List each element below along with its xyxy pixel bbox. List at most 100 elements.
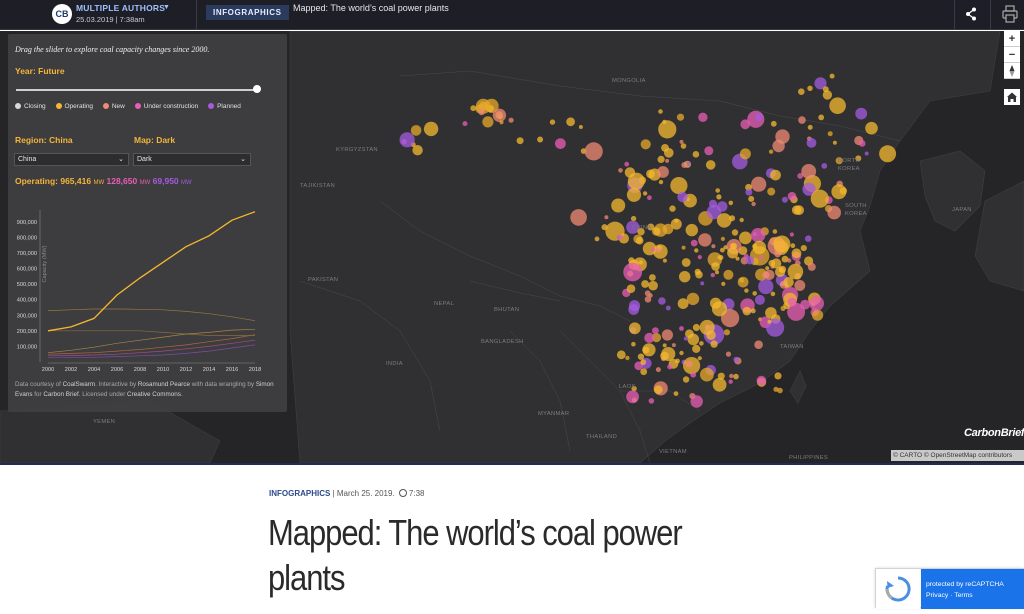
power-plant-marker[interactable] [584, 142, 603, 161]
power-plant-marker[interactable] [698, 112, 708, 123]
coalswarm-link[interactable]: CoalSwarm [63, 381, 96, 388]
power-plant-marker[interactable] [611, 198, 626, 213]
power-plant-marker[interactable] [756, 375, 767, 386]
power-plant-marker[interactable] [699, 319, 715, 335]
power-plant-marker[interactable] [652, 327, 659, 335]
power-plant-marker[interactable] [482, 116, 494, 128]
coal-plants-map[interactable]: MONGOLIA KYRGYZSTAN TAJIKISTAN PAKISTAN … [0, 31, 1024, 463]
power-plant-marker[interactable] [673, 391, 679, 396]
power-plant-marker[interactable] [625, 355, 630, 361]
power-plant-marker[interactable] [716, 201, 728, 212]
power-plant-marker[interactable] [807, 85, 813, 91]
power-plant-marker[interactable] [827, 131, 833, 137]
power-plant-marker[interactable] [705, 160, 716, 170]
power-plant-marker[interactable] [771, 258, 782, 269]
power-plant-marker[interactable] [751, 176, 767, 192]
power-plant-marker[interactable] [710, 272, 715, 278]
power-plant-marker[interactable] [681, 162, 688, 168]
power-plant-marker[interactable] [787, 297, 797, 307]
power-plant-marker[interactable] [739, 217, 744, 223]
power-plant-marker[interactable] [578, 125, 583, 129]
power-plant-marker[interactable] [679, 350, 684, 356]
power-plant-marker[interactable] [768, 149, 774, 154]
power-plant-marker[interactable] [716, 213, 732, 228]
power-plant-marker[interactable] [690, 239, 698, 247]
power-plant-marker[interactable] [805, 235, 812, 242]
power-plant-marker[interactable] [628, 304, 640, 315]
power-plant-marker[interactable] [798, 116, 806, 124]
power-plant-marker[interactable] [773, 386, 779, 392]
power-plant-marker[interactable] [686, 292, 700, 306]
recaptcha-links[interactable]: Privacy · Terms [926, 590, 1024, 601]
power-plant-marker[interactable] [699, 341, 704, 346]
power-plant-marker[interactable] [683, 336, 688, 341]
power-plant-marker[interactable] [773, 235, 791, 253]
power-plant-marker[interactable] [725, 351, 732, 357]
carbon-brief-logo[interactable]: CB [52, 4, 72, 24]
power-plant-marker[interactable] [648, 280, 658, 291]
power-plant-marker[interactable] [671, 343, 676, 348]
power-plant-marker[interactable] [677, 191, 688, 203]
power-plant-marker[interactable] [661, 329, 674, 341]
power-plant-marker[interactable] [744, 288, 749, 293]
power-plant-marker[interactable] [700, 281, 705, 286]
power-plant-marker[interactable] [829, 97, 846, 114]
power-plant-marker[interactable] [721, 281, 726, 286]
power-plant-marker[interactable] [570, 209, 587, 226]
power-plant-marker[interactable] [711, 301, 728, 317]
power-plant-marker[interactable] [665, 305, 671, 311]
power-plant-marker[interactable] [690, 371, 697, 378]
power-plant-marker[interactable] [754, 340, 763, 350]
power-plant-marker[interactable] [733, 373, 739, 380]
power-plant-marker[interactable] [694, 268, 701, 275]
power-plant-marker[interactable] [616, 350, 626, 360]
power-plant-marker[interactable] [858, 140, 866, 147]
power-plant-marker[interactable] [685, 223, 698, 237]
power-plant-marker[interactable] [865, 121, 878, 135]
power-plant-marker[interactable] [667, 364, 673, 370]
power-plant-marker[interactable] [669, 205, 676, 212]
power-plant-marker[interactable] [647, 195, 652, 201]
power-plant-marker[interactable] [772, 229, 778, 234]
power-plant-marker[interactable] [806, 138, 817, 148]
power-plant-marker[interactable] [751, 201, 756, 207]
power-plant-marker[interactable] [646, 169, 655, 179]
power-plant-marker[interactable] [711, 244, 716, 249]
power-plant-marker[interactable] [708, 199, 718, 208]
year-slider-handle[interactable] [253, 85, 261, 93]
power-plant-marker[interactable] [697, 356, 702, 361]
power-plant-marker[interactable] [728, 379, 733, 384]
power-plant-marker[interactable] [698, 233, 712, 247]
power-plant-marker[interactable] [807, 262, 816, 271]
authors-dropdown[interactable]: MULTIPLE AUTHORS [76, 3, 165, 13]
power-plant-marker[interactable] [795, 260, 801, 266]
recaptcha-badge[interactable]: protected by reCAPTCHA Privacy · Terms [875, 568, 1024, 609]
home-button[interactable] [1004, 89, 1020, 105]
power-plant-marker[interactable] [742, 306, 752, 316]
power-plant-marker[interactable] [623, 262, 643, 282]
power-plant-marker[interactable] [679, 326, 684, 331]
power-plant-marker[interactable] [681, 258, 691, 267]
power-plant-marker[interactable] [654, 385, 663, 395]
power-plant-marker[interactable] [658, 297, 666, 305]
power-plant-marker[interactable] [774, 372, 782, 380]
power-plant-marker[interactable] [626, 284, 636, 293]
power-plant-marker[interactable] [641, 280, 649, 288]
power-plant-marker[interactable] [618, 168, 623, 173]
power-plant-marker[interactable] [655, 247, 662, 253]
author-link[interactable]: Rosamund Pearce [138, 381, 190, 388]
power-plant-marker[interactable] [594, 236, 600, 242]
power-plant-marker[interactable] [664, 148, 674, 158]
power-plant-marker[interactable] [735, 256, 740, 261]
power-plant-marker[interactable] [697, 255, 702, 260]
power-plant-marker[interactable] [644, 290, 651, 297]
power-plant-marker[interactable] [745, 188, 753, 196]
power-plant-marker[interactable] [499, 120, 504, 125]
power-plant-marker[interactable] [410, 125, 422, 136]
power-plant-marker[interactable] [657, 155, 665, 163]
power-plant-marker[interactable] [604, 215, 609, 220]
power-plant-marker[interactable] [752, 240, 767, 255]
power-plant-marker[interactable] [704, 146, 714, 156]
power-plant-marker[interactable] [790, 243, 796, 249]
share-icon[interactable] [963, 6, 979, 22]
